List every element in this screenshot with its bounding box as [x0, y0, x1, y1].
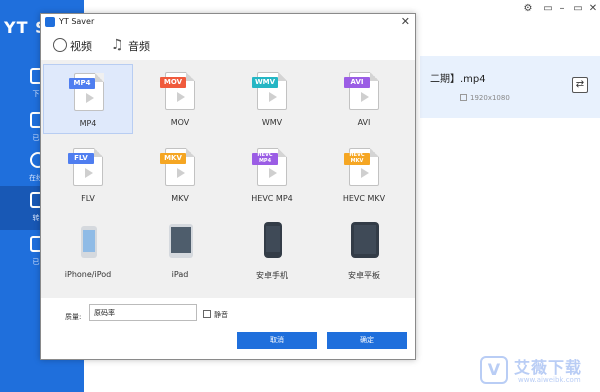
video-file-icon: WMV: [252, 72, 287, 110]
format-grid: MP4 MP4 MOV MOV WMV WMV AVI AVI FLV FLV: [41, 60, 415, 298]
format-badge: MOV: [160, 77, 186, 88]
file-resolution: 1920x1080: [470, 94, 510, 102]
cancel-button[interactable]: 取消: [237, 332, 317, 349]
device-label: 安卓手机: [256, 271, 288, 280]
format-tabs: 视频 ♫ 音频: [41, 32, 415, 60]
format-avi[interactable]: AVI AVI: [319, 64, 409, 134]
video-file-icon: HEVC MP4: [252, 148, 287, 186]
format-badge: AVI: [344, 77, 370, 88]
format-label: FLV: [81, 194, 95, 203]
format-mkv[interactable]: MKV MKV: [135, 140, 225, 210]
minimize-icon[interactable]: –: [556, 3, 568, 15]
format-mov[interactable]: MOV MOV: [135, 64, 225, 134]
close-icon[interactable]: ✕: [401, 15, 410, 29]
tablet-icon: [169, 224, 193, 258]
format-mp4[interactable]: MP4 MP4: [43, 64, 133, 134]
tab-audio[interactable]: ♫ 音频: [111, 36, 171, 56]
ok-button[interactable]: 确定: [327, 332, 407, 349]
format-hevc-mkv[interactable]: HEVC MKV HEVC MKV: [319, 140, 409, 210]
format-label: AVI: [357, 118, 371, 127]
video-file-icon: FLV: [68, 148, 103, 186]
format-label: HEVC MKV: [342, 194, 386, 203]
settings-icon[interactable]: ⚙: [522, 3, 534, 15]
format-flv[interactable]: FLV FLV: [43, 140, 133, 210]
device-ipad[interactable]: iPad: [135, 216, 225, 286]
android-tablet-icon: [351, 222, 379, 258]
format-badge: WMV: [252, 77, 278, 88]
watermark: V 艾薇下载 www.aiweibk.com: [478, 356, 598, 388]
dialog-titlebar: YT Saver ✕: [41, 14, 415, 30]
video-file-icon: MOV: [160, 72, 195, 110]
format-label: MP4: [79, 119, 97, 128]
close-icon[interactable]: ✕: [587, 3, 599, 15]
menu-icon[interactable]: ▭: [542, 3, 554, 15]
video-file-icon: AVI: [344, 72, 379, 110]
film-reel-icon: [53, 38, 67, 52]
file-name: 二期】.mp4: [430, 74, 486, 85]
quality-select[interactable]: 原码率: [89, 304, 197, 321]
format-label: HEVC MP4: [251, 194, 293, 203]
maximize-icon[interactable]: ▭: [572, 3, 584, 15]
device-iphone[interactable]: iPhone/iPod: [43, 216, 133, 286]
format-badge: HEVC MKV: [344, 152, 370, 165]
device-label: iPhone/iPod: [64, 270, 112, 279]
video-file-icon: MP4: [69, 73, 104, 111]
format-badge: FLV: [68, 153, 94, 164]
format-badge: MKV: [160, 153, 186, 164]
format-badge: MP4: [69, 78, 95, 89]
music-note-icon: ♫: [111, 37, 124, 53]
dialog-title: YT Saver: [59, 17, 95, 26]
tab-video[interactable]: 视频: [53, 36, 113, 56]
video-file-icon: MKV: [160, 148, 195, 186]
device-android-phone[interactable]: 安卓手机: [227, 216, 317, 286]
device-label: 安卓平板: [348, 271, 380, 280]
watermark-text: 艾薇下载: [514, 358, 583, 377]
format-dialog: YT Saver ✕ 视频 ♫ 音频 MP4 MP4 MOV MOV WMV W…: [40, 13, 416, 360]
watermark-logo: V: [480, 356, 508, 384]
device-android-tablet[interactable]: 安卓平板: [319, 216, 409, 286]
quality-label: 质量:: [65, 313, 82, 321]
format-badge: HEVC MP4: [252, 152, 278, 165]
format-label: MOV: [170, 118, 190, 127]
phone-icon: [81, 226, 97, 258]
device-label: iPad: [171, 270, 189, 279]
format-hevc-mp4[interactable]: HEVC MP4 HEVC MP4: [227, 140, 317, 210]
android-phone-icon: [264, 222, 282, 258]
convert-format-button[interactable]: ⇄: [572, 77, 588, 93]
video-file-icon: HEVC MKV: [344, 148, 379, 186]
format-wmv[interactable]: WMV WMV: [227, 64, 317, 134]
format-label: MKV: [171, 194, 189, 203]
app-logo-icon: [45, 17, 55, 27]
file-row[interactable]: 二期】.mp4 1920x1080 ⇄: [420, 56, 600, 118]
resolution-icon: [460, 94, 467, 101]
mute-checkbox[interactable]: [203, 310, 211, 318]
watermark-url: www.aiweibk.com: [518, 376, 581, 384]
mute-label: 静音: [214, 311, 228, 319]
tab-label: 音频: [128, 40, 150, 53]
tab-label: 视频: [70, 40, 92, 53]
format-label: WMV: [261, 118, 283, 127]
